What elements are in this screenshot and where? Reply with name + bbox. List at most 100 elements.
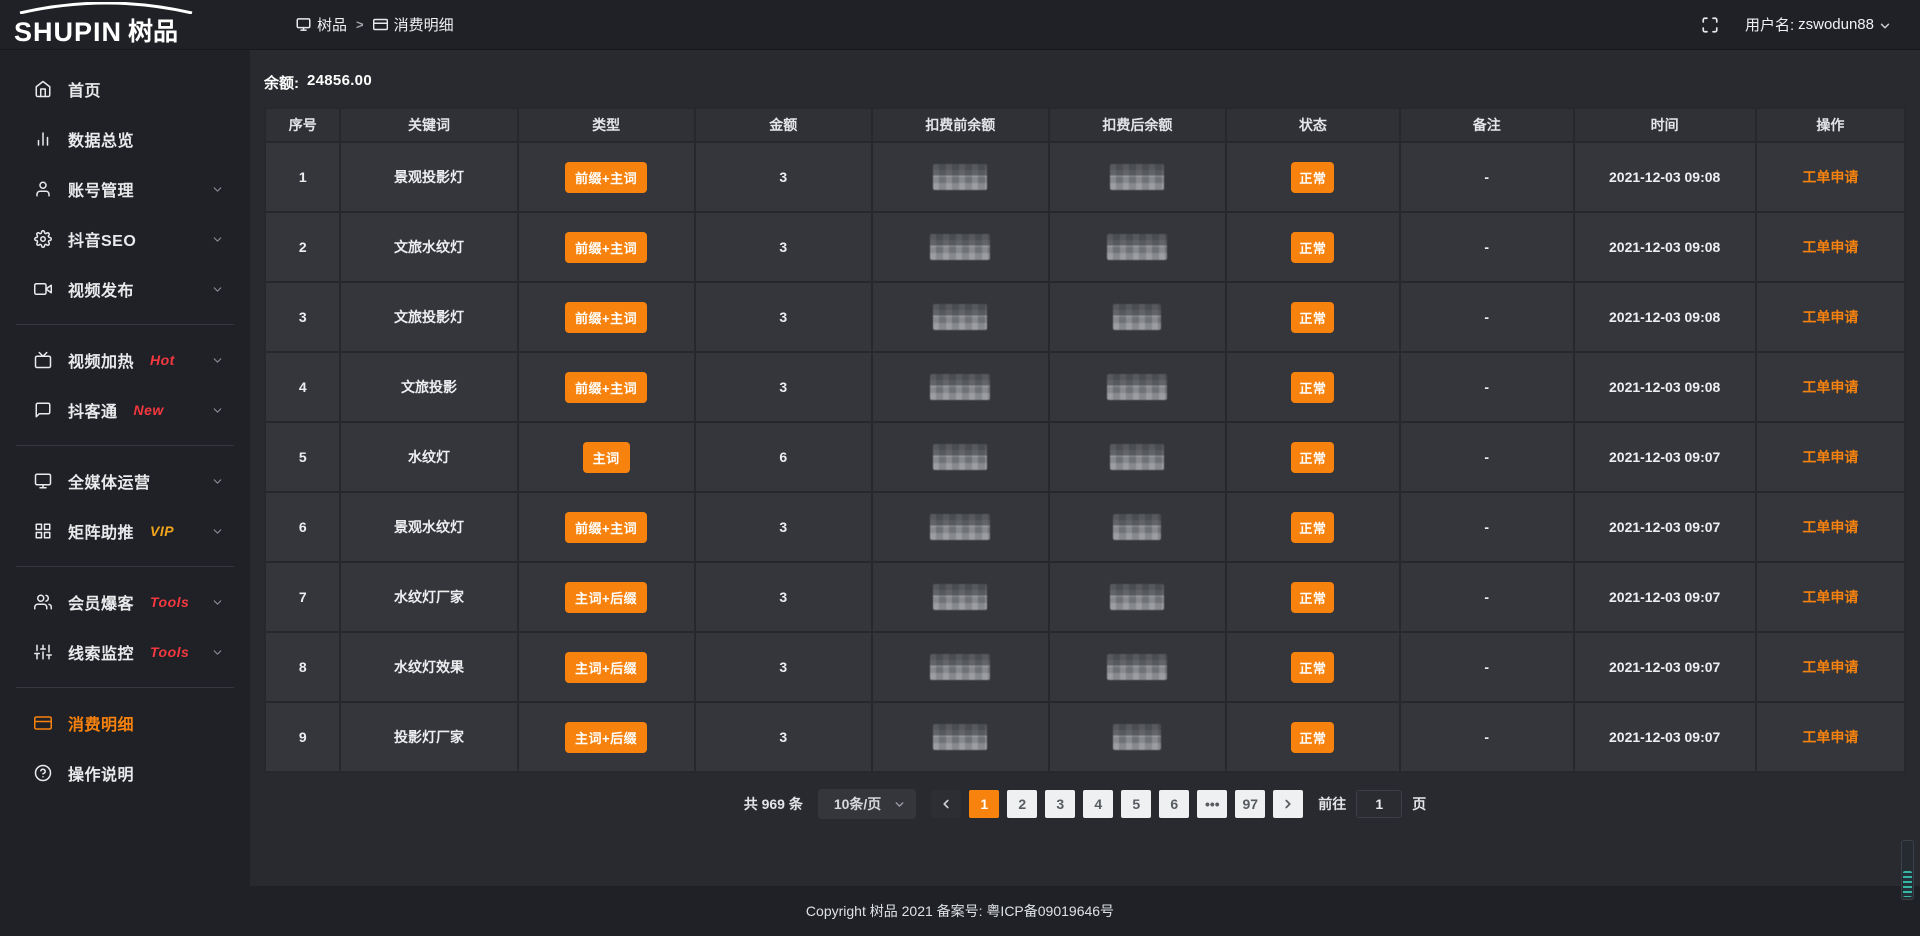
goto-page-input[interactable] (1356, 790, 1402, 818)
logo-text-en: SHUPIN (14, 19, 122, 46)
work-order-link[interactable]: 工单申请 (1802, 729, 1858, 745)
sidebar-item-label: 矩阵助推 (68, 519, 134, 543)
sidebar-item-douketong[interactable]: 抖客通New (0, 385, 250, 435)
type-badge: 主词+后缀 (565, 582, 647, 613)
page-button-4[interactable]: 4 (1083, 790, 1113, 818)
work-order-link[interactable]: 工单申请 (1802, 519, 1858, 535)
chevron-down-icon (211, 354, 224, 367)
sidebar-item-data-overview[interactable]: 数据总览 (0, 114, 250, 164)
page-button-6[interactable]: 6 (1159, 790, 1189, 818)
debug-widget-stripes (1903, 871, 1912, 897)
sidebar-item-help[interactable]: 操作说明 (0, 748, 250, 798)
sidebar-item-label: 抖音SEO (68, 227, 136, 251)
table-row: 3文旅投影灯前缀+主词3正常-2021-12-03 09:08工单申请 (265, 282, 1905, 352)
cell-keyword: 水纹灯效果 (340, 632, 517, 702)
status-badge: 正常 (1291, 162, 1334, 193)
total-count: 共 969 条 (744, 794, 803, 814)
chevron-down-icon (211, 646, 224, 659)
cell-balance-before (872, 212, 1049, 282)
page-ellipsis-button[interactable]: ••• (1197, 790, 1227, 818)
brand-logo[interactable]: SHUPIN 树品 (0, 0, 250, 50)
sidebar-item-label: 首页 (68, 77, 101, 101)
type-badge: 前缀+主词 (565, 302, 647, 333)
breadcrumb-item-current[interactable]: 消费明细 (373, 14, 454, 35)
goto-suffix: 页 (1412, 794, 1426, 814)
column-header: 序号 (265, 108, 340, 142)
user-menu[interactable]: 用户名: zswodun88 (1745, 14, 1892, 35)
cell-amount: 3 (695, 702, 872, 772)
cell-balance-before (872, 422, 1049, 492)
users-icon (34, 593, 52, 611)
table-row: 6景观水纹灯前缀+主词3正常-2021-12-03 09:07工单申请 (265, 492, 1905, 562)
cell-balance-after (1049, 422, 1226, 492)
type-badge: 主词+后缀 (565, 722, 647, 753)
page-size-select[interactable]: 10条/页 (818, 789, 916, 819)
fullscreen-icon[interactable] (1701, 16, 1719, 34)
prev-page-button[interactable] (931, 790, 961, 818)
sidebar-item-video-publish[interactable]: 视频发布 (0, 264, 250, 314)
cell-note: - (1400, 632, 1574, 702)
sidebar-item-member-baoke[interactable]: 会员爆客Tools (0, 577, 250, 627)
work-order-link[interactable]: 工单申请 (1802, 379, 1858, 395)
work-order-link[interactable]: 工单申请 (1802, 309, 1858, 325)
cell-time: 2021-12-03 09:08 (1574, 282, 1756, 352)
type-badge: 前缀+主词 (565, 232, 647, 263)
chat-icon (34, 401, 52, 419)
balance: 余额: 24856.00 (264, 72, 1906, 93)
work-order-link[interactable]: 工单申请 (1802, 169, 1858, 185)
page-button-5[interactable]: 5 (1121, 790, 1151, 818)
work-order-link[interactable]: 工单申请 (1802, 449, 1858, 465)
next-page-button[interactable] (1273, 790, 1303, 818)
chevron-down-icon (211, 233, 224, 246)
sidebar-item-clue-monitor[interactable]: 线索监控Tools (0, 627, 250, 677)
sidebar-item-media-ops[interactable]: 全媒体运营 (0, 456, 250, 506)
column-header: 金额 (695, 108, 872, 142)
cell-status: 正常 (1226, 492, 1400, 562)
sidebar-menu: 首页数据总览账号管理抖音SEO视频发布视频加热Hot抖客通New全媒体运营矩阵助… (0, 64, 250, 798)
cell-index: 8 (265, 632, 340, 702)
sidebar-item-badge: Hot (150, 352, 175, 368)
cell-action: 工单申请 (1756, 352, 1905, 422)
cell-note: - (1400, 142, 1574, 212)
work-order-link[interactable]: 工单申请 (1802, 659, 1858, 675)
status-badge: 正常 (1291, 442, 1334, 473)
page-buttons: 123456 ••• 97 (931, 790, 1303, 818)
status-badge: 正常 (1291, 302, 1334, 333)
cell-type: 主词 (518, 422, 695, 492)
cell-balance-before (872, 562, 1049, 632)
cell-type: 主词+后缀 (518, 562, 695, 632)
header-right: 用户名: zswodun88 (1701, 14, 1920, 35)
work-order-link[interactable]: 工单申请 (1802, 589, 1858, 605)
chevron-down-icon (211, 475, 224, 488)
sidebar-item-video-heat[interactable]: 视频加热Hot (0, 335, 250, 385)
balance-label: 余额: (264, 72, 299, 93)
sidebar-item-matrix-boost[interactable]: 矩阵助推VIP (0, 506, 250, 556)
page-button-3[interactable]: 3 (1045, 790, 1075, 818)
table-row: 9投影灯厂家主词+后缀3正常-2021-12-03 09:07工单申请 (265, 702, 1905, 772)
status-badge: 正常 (1291, 232, 1334, 263)
debug-widget (1901, 840, 1914, 900)
sidebar-item-consume-detail[interactable]: 消费明细 (0, 698, 250, 748)
status-badge: 正常 (1291, 582, 1334, 613)
masked-value (1113, 514, 1161, 540)
page-button-1[interactable]: 1 (969, 790, 999, 818)
sidebar-item-account[interactable]: 账号管理 (0, 164, 250, 214)
cell-status: 正常 (1226, 282, 1400, 352)
sidebar-item-douyin-seo[interactable]: 抖音SEO (0, 214, 250, 264)
work-order-link[interactable]: 工单申请 (1802, 239, 1858, 255)
wallet-icon (34, 714, 52, 732)
cell-index: 6 (265, 492, 340, 562)
sidebar-item-home[interactable]: 首页 (0, 64, 250, 114)
cell-action: 工单申请 (1756, 702, 1905, 772)
page-button-2[interactable]: 2 (1007, 790, 1037, 818)
page-button-97[interactable]: 97 (1235, 790, 1265, 818)
breadcrumb-item-home[interactable]: 树品 (296, 14, 347, 35)
cell-amount: 6 (695, 422, 872, 492)
status-badge: 正常 (1291, 722, 1334, 753)
cell-status: 正常 (1226, 702, 1400, 772)
chevron-down-icon (211, 283, 224, 296)
logo-text-cn: 树品 (128, 19, 178, 45)
masked-value (930, 654, 990, 680)
cell-action: 工单申请 (1756, 282, 1905, 352)
sidebar-item-label: 线索监控 (68, 640, 134, 664)
